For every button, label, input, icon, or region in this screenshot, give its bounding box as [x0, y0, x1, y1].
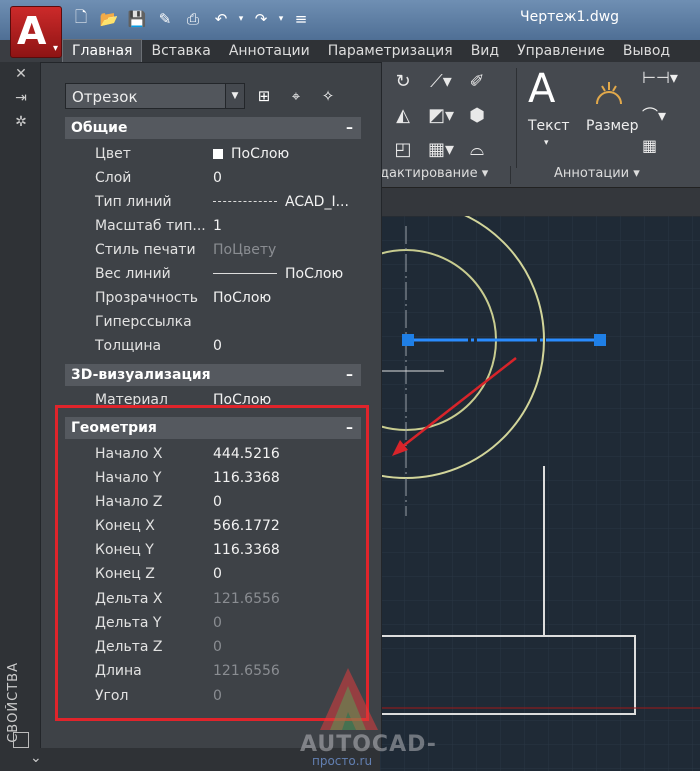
- modify-panel-title[interactable]: дактирование ▾: [380, 166, 488, 181]
- property-row[interactable]: Прозрачность ПоСлою: [65, 286, 361, 310]
- property-row[interactable]: Тип линий ACAD_I...: [65, 190, 361, 214]
- section-general-header[interactable]: Общие –: [65, 117, 361, 139]
- save-as-icon[interactable]: ✎: [154, 8, 176, 30]
- chevron-down-icon[interactable]: ⌄: [30, 750, 42, 766]
- property-row[interactable]: Гиперссылка: [65, 310, 361, 334]
- panel-divider: [516, 68, 517, 168]
- title-bar: 🗋 📂 💾 ✎ ⎙ ↶ ▾ ↷ ▾ ≡ Чертеж1.dwg: [0, 0, 700, 40]
- property-row[interactable]: Дельта Z0: [65, 635, 361, 659]
- property-row[interactable]: Материал ПоСлою: [65, 388, 361, 412]
- panel-divider: [510, 166, 511, 184]
- undo-dropdown-icon[interactable]: ▾: [238, 8, 244, 30]
- property-row[interactable]: Начало Z0: [65, 490, 361, 514]
- application-menu-button[interactable]: A ▾: [10, 6, 62, 58]
- close-icon[interactable]: ✕: [12, 66, 30, 84]
- palette-side-title: СВОЙСТВА: [6, 662, 21, 743]
- text-big-icon[interactable]: A: [528, 66, 555, 112]
- property-row[interactable]: Стиль печати ПоЦвету: [65, 238, 361, 262]
- property-row[interactable]: Начало X 444.5216: [65, 442, 361, 466]
- watermark-logo-icon: [320, 668, 378, 730]
- quick-properties-icon[interactable]: [13, 732, 29, 748]
- auto-hide-icon[interactable]: ⇥: [12, 90, 30, 108]
- tab-view[interactable]: Вид: [462, 40, 508, 62]
- document-title: Чертеж1.dwg: [520, 9, 620, 25]
- tab-output[interactable]: Вывод: [614, 40, 679, 62]
- annotation-small-tools: ⊢⊣▾ ⌒▾ ▦: [642, 68, 678, 160]
- selection-tools: ⊞ ⌖ ✧: [253, 85, 339, 107]
- chevron-down-icon: ▼: [225, 84, 244, 108]
- property-row[interactable]: Вес линий ПоСлою: [65, 262, 361, 286]
- selection-row: Отрезок ▼ ⊞ ⌖ ✧: [65, 83, 339, 109]
- property-row[interactable]: Масштаб тип... 1: [65, 214, 361, 238]
- object-type-value: Отрезок: [72, 88, 138, 106]
- scale-icon[interactable]: ◰: [385, 136, 421, 162]
- property-row[interactable]: Цвет ПоСлою: [65, 142, 361, 166]
- leader-icon[interactable]: ⌒▾: [642, 102, 678, 126]
- trim-icon[interactable]: ⟋▾: [421, 68, 461, 94]
- watermark-subtext: просто.ru: [312, 754, 373, 768]
- toggle-pickadd-icon[interactable]: ⊞: [253, 85, 275, 107]
- collapse-icon[interactable]: –: [346, 117, 353, 139]
- save-icon[interactable]: 💾: [126, 8, 148, 30]
- property-row[interactable]: Начало Y 116.3368: [65, 466, 361, 490]
- new-icon[interactable]: 🗋: [70, 8, 92, 30]
- property-row[interactable]: Толщина 0: [65, 334, 361, 358]
- property-row[interactable]: Конец Y 116.3368: [65, 538, 361, 562]
- mirror-icon[interactable]: ◭: [385, 102, 421, 128]
- property-row[interactable]: Дельта Y0: [65, 611, 361, 635]
- linetype-preview-icon: [213, 201, 277, 202]
- lineweight-preview-icon: [213, 273, 277, 274]
- annotation-panel-title[interactable]: Аннотации ▾: [554, 166, 640, 181]
- tab-home[interactable]: Главная: [62, 39, 143, 62]
- customize-qat-icon[interactable]: ≡: [290, 8, 312, 30]
- rotate-icon[interactable]: ↻: [385, 68, 421, 94]
- dimension-button-label[interactable]: Размер: [586, 118, 639, 134]
- offset-icon[interactable]: ⌓: [461, 136, 493, 162]
- select-objects-icon[interactable]: ⌖: [285, 85, 307, 107]
- dimension-icon[interactable]: [594, 76, 624, 106]
- table-icon[interactable]: ▦: [642, 136, 678, 160]
- property-row[interactable]: Конец X 566.1772: [65, 514, 361, 538]
- object-type-dropdown[interactable]: Отрезок ▼: [65, 83, 245, 109]
- properties-palette: Отрезок ▼ ⊞ ⌖ ✧ Общие – Цвет ПоСлою Слой 0 …: [40, 62, 382, 750]
- property-row[interactable]: Конец Z0: [65, 562, 361, 586]
- autocad-logo-icon: A: [17, 9, 47, 53]
- tab-annotate[interactable]: Аннотации: [220, 40, 319, 62]
- linear-dimension-icon[interactable]: ⊢⊣▾: [642, 68, 678, 92]
- open-icon[interactable]: 📂: [98, 8, 120, 30]
- tab-manage[interactable]: Управление: [508, 40, 614, 62]
- quick-access-toolbar: 🗋 📂 💾 ✎ ⎙ ↶ ▾ ↷ ▾ ≡: [70, 8, 312, 30]
- chevron-down-icon: ▾: [52, 43, 58, 54]
- section-geometry-header[interactable]: Геометрия –: [65, 417, 361, 439]
- ribbon-tabs: Главная Вставка Аннотации Параметризация…: [62, 39, 700, 62]
- color-swatch-icon: [213, 149, 223, 159]
- grip-start[interactable]: [402, 334, 414, 346]
- erase-icon[interactable]: ✐: [461, 68, 493, 94]
- gear-icon[interactable]: ✲: [12, 114, 30, 132]
- grip-end[interactable]: [594, 334, 606, 346]
- property-row[interactable]: Слой 0: [65, 166, 361, 190]
- tab-parametric[interactable]: Параметризация: [319, 40, 462, 62]
- print-icon[interactable]: ⎙: [182, 8, 204, 30]
- redo-dropdown-icon[interactable]: ▾: [278, 8, 284, 30]
- text-button-label[interactable]: Текст: [528, 118, 569, 134]
- watermark: AUTOCAD- просто.ru: [290, 664, 440, 771]
- section-3d-header[interactable]: 3D-визуализация –: [65, 364, 361, 386]
- array-icon[interactable]: ▦▾: [421, 136, 461, 162]
- modify-tools: ↻ ⟋▾ ✐ ◭ ◩▾ ⬢ ◰ ▦▾ ⌓: [385, 68, 533, 162]
- collapse-icon[interactable]: –: [346, 364, 353, 386]
- redo-icon[interactable]: ↷: [250, 8, 272, 30]
- chevron-down-icon[interactable]: ▾: [544, 138, 549, 148]
- collapse-icon[interactable]: –: [346, 417, 353, 439]
- quick-select-icon[interactable]: ✧: [317, 85, 339, 107]
- undo-icon[interactable]: ↶: [210, 8, 232, 30]
- property-row[interactable]: Дельта X 121.6556: [65, 587, 361, 611]
- tab-insert[interactable]: Вставка: [142, 40, 219, 62]
- file-tab-bar: [380, 188, 700, 217]
- ribbon-panels: ↻ ⟋▾ ✐ ◭ ◩▾ ⬢ ◰ ▦▾ ⌓ A Текст ▾ Размер ⊢⊣…: [380, 62, 700, 188]
- explode-icon[interactable]: ⬢: [461, 102, 493, 128]
- palette-title-strip: ✕ ⇥ ✲ СВОЙСТВА: [0, 62, 40, 771]
- fillet-icon[interactable]: ◩▾: [421, 102, 461, 128]
